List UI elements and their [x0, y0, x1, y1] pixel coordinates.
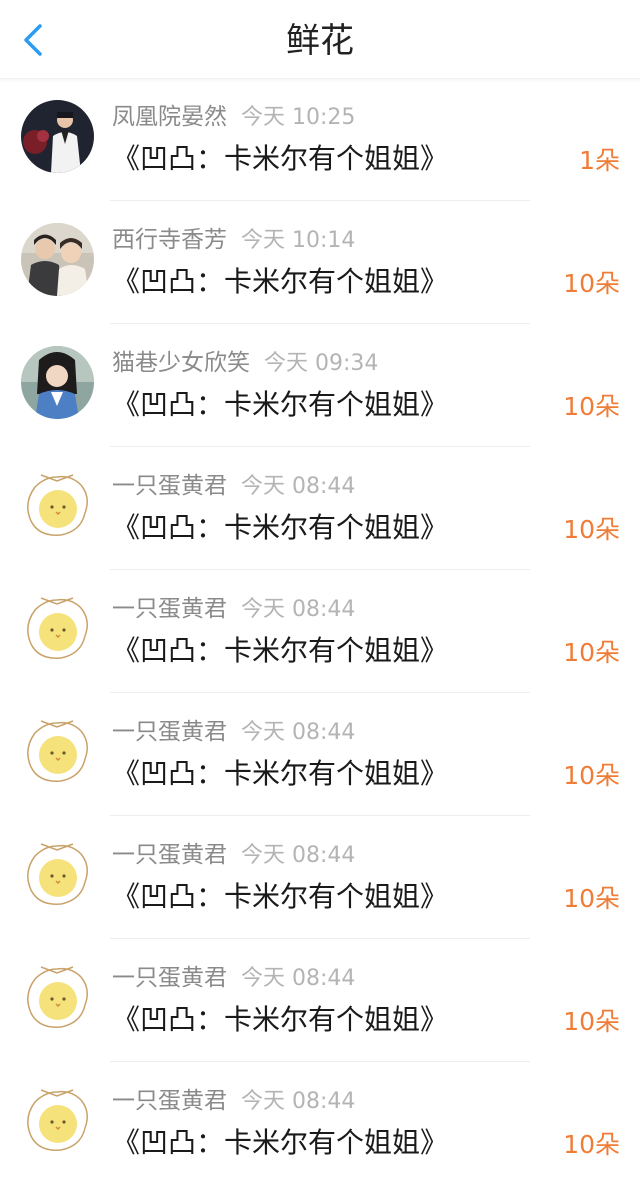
username[interactable]: 一只蛋黄君	[112, 1088, 227, 1114]
book-title[interactable]: 《凹凸：卡米尔有个姐姐》	[112, 755, 448, 793]
item-meta: 一只蛋黄君 今天 08:44	[112, 717, 355, 747]
avatar[interactable]	[21, 715, 94, 788]
timestamp: 今天 08:44	[241, 843, 356, 868]
list-item[interactable]: 一只蛋黄君 今天 08:44 《凹凸：卡米尔有个姐姐》 10朵	[0, 447, 640, 570]
timestamp: 今天 08:44	[241, 720, 356, 745]
flower-count: 10朵	[563, 638, 620, 667]
avatar[interactable]	[21, 838, 94, 911]
header-bar: 鲜花	[0, 0, 640, 79]
list-item[interactable]: 一只蛋黄君 今天 08:44 《凹凸：卡米尔有个姐姐》 10朵	[0, 816, 640, 939]
book-title[interactable]: 《凹凸：卡米尔有个姐姐》	[112, 1001, 448, 1039]
book-title[interactable]: 《凹凸：卡米尔有个姐姐》	[112, 509, 448, 547]
list-item[interactable]: 一只蛋黄君 今天 08:44 《凹凸：卡米尔有个姐姐》 10朵	[0, 570, 640, 693]
avatar-image	[21, 346, 94, 419]
book-title[interactable]: 《凹凸：卡米尔有个姐姐》	[112, 1124, 448, 1162]
item-meta: 西行寺香芳 今天 10:14	[112, 225, 355, 255]
timestamp: 今天 08:44	[241, 1089, 356, 1114]
flower-count: 10朵	[563, 392, 620, 421]
avatar[interactable]	[21, 592, 94, 665]
egg-yolk-chick-icon	[21, 469, 94, 542]
egg-yolk-chick-icon	[21, 1084, 94, 1157]
avatar[interactable]	[21, 100, 94, 173]
book-title[interactable]: 《凹凸：卡米尔有个姐姐》	[112, 263, 448, 301]
flower-list: 凤凰院晏然 今天 10:25 《凹凸：卡米尔有个姐姐》 1朵 西行寺香芳 今天 10…	[0, 78, 640, 1185]
avatar-image	[21, 100, 94, 173]
book-title[interactable]: 《凹凸：卡米尔有个姐姐》	[112, 878, 448, 916]
item-meta: 凤凰院晏然 今天 10:25	[112, 102, 355, 132]
book-title[interactable]: 《凹凸：卡米尔有个姐姐》	[112, 632, 448, 670]
book-title[interactable]: 《凹凸：卡米尔有个姐姐》	[112, 140, 448, 178]
egg-yolk-chick-icon	[21, 592, 94, 665]
item-meta: 一只蛋黄君 今天 08:44	[112, 471, 355, 501]
book-title[interactable]: 《凹凸：卡米尔有个姐姐》	[112, 386, 448, 424]
username[interactable]: 一只蛋黄君	[112, 842, 227, 868]
flower-count: 10朵	[563, 515, 620, 544]
item-meta: 一只蛋黄君 今天 08:44	[112, 1086, 355, 1116]
avatar[interactable]	[21, 1084, 94, 1157]
flower-count: 10朵	[563, 761, 620, 790]
page-title: 鲜花	[286, 21, 354, 61]
flower-count: 10朵	[563, 1007, 620, 1036]
egg-yolk-chick-icon	[21, 715, 94, 788]
flower-count: 10朵	[563, 884, 620, 913]
username[interactable]: 一只蛋黄君	[112, 965, 227, 991]
egg-yolk-chick-icon	[21, 961, 94, 1034]
list-item[interactable]: 一只蛋黄君 今天 08:44 《凹凸：卡米尔有个姐姐》 10朵	[0, 693, 640, 816]
avatar-image	[21, 223, 94, 296]
list-item[interactable]: 猫巷少女欣笑 今天 09:34 《凹凸：卡米尔有个姐姐》 10朵	[0, 324, 640, 447]
item-meta: 一只蛋黄君 今天 08:44	[112, 594, 355, 624]
avatar[interactable]	[21, 223, 94, 296]
avatar[interactable]	[21, 346, 94, 419]
list-item[interactable]: 一只蛋黄君 今天 08:44 《凹凸：卡米尔有个姐姐》 10朵	[0, 1062, 640, 1185]
timestamp: 今天 10:14	[241, 228, 356, 253]
item-meta: 猫巷少女欣笑 今天 09:34	[112, 348, 378, 378]
username[interactable]: 一只蛋黄君	[112, 719, 227, 745]
username[interactable]: 凤凰院晏然	[112, 104, 227, 130]
avatar[interactable]	[21, 961, 94, 1034]
timestamp: 今天 08:44	[241, 474, 356, 499]
username[interactable]: 一只蛋黄君	[112, 473, 227, 499]
username[interactable]: 一只蛋黄君	[112, 596, 227, 622]
egg-yolk-chick-icon	[21, 838, 94, 911]
list-item[interactable]: 西行寺香芳 今天 10:14 《凹凸：卡米尔有个姐姐》 10朵	[0, 201, 640, 324]
item-meta: 一只蛋黄君 今天 08:44	[112, 963, 355, 993]
flower-count: 10朵	[563, 1130, 620, 1159]
username[interactable]: 西行寺香芳	[112, 227, 227, 253]
flower-count: 1朵	[579, 146, 620, 175]
username[interactable]: 猫巷少女欣笑	[112, 350, 250, 376]
list-item[interactable]: 凤凰院晏然 今天 10:25 《凹凸：卡米尔有个姐姐》 1朵	[0, 78, 640, 201]
flower-count: 10朵	[563, 269, 620, 298]
timestamp: 今天 09:34	[264, 351, 379, 376]
timestamp: 今天 08:44	[241, 597, 356, 622]
avatar[interactable]	[21, 469, 94, 542]
list-item[interactable]: 一只蛋黄君 今天 08:44 《凹凸：卡米尔有个姐姐》 10朵	[0, 939, 640, 1062]
timestamp: 今天 08:44	[241, 966, 356, 991]
timestamp: 今天 10:25	[241, 105, 356, 130]
item-meta: 一只蛋黄君 今天 08:44	[112, 840, 355, 870]
